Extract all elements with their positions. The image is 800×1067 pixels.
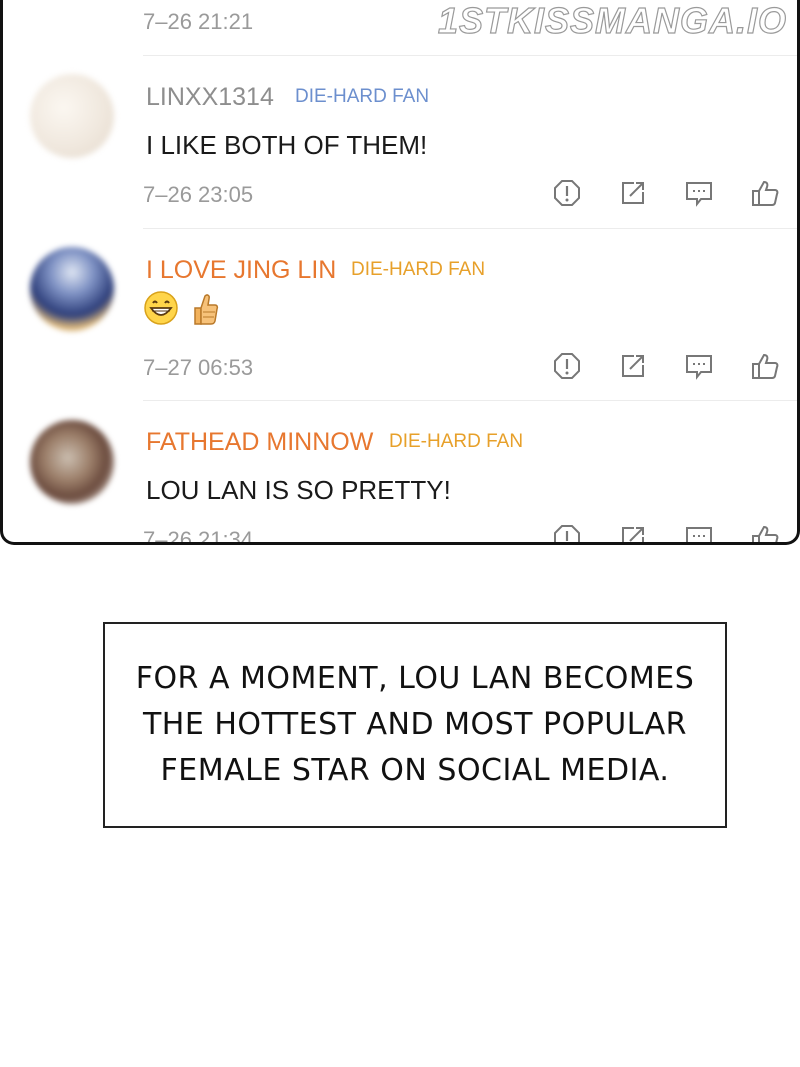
phone-screen: 1STKISSMANGA.IO 7–26 21:21 LINXX1314 DIE… xyxy=(0,0,800,545)
fan-badge: DIE-HARD FAN xyxy=(389,431,524,452)
comment-timestamp: 7–26 21:21 xyxy=(143,9,254,34)
report-icon[interactable] xyxy=(552,523,582,542)
fan-badge: DIE-HARD FAN xyxy=(295,86,430,107)
comment-actions xyxy=(552,178,792,212)
caption-line: FOR A MOMENT, LOU LAN BECOMES xyxy=(135,661,695,696)
like-icon[interactable] xyxy=(750,178,780,208)
comment-timestamp: 7–27 06:53 xyxy=(143,355,254,380)
share-icon[interactable] xyxy=(618,351,648,381)
comment-username[interactable]: FATHEAD MINNOW xyxy=(146,428,373,457)
share-icon[interactable] xyxy=(618,523,648,542)
avatar[interactable] xyxy=(30,247,114,331)
report-icon[interactable] xyxy=(552,178,582,208)
comment-timestamp: 7–26 21:34 xyxy=(143,527,254,545)
comment-text: LOU LAN IS SO PRETTY! xyxy=(146,475,451,505)
thumbs-up-icon xyxy=(189,290,221,333)
caption-text: FOR A MOMENT, LOU LAN BECOMES THE HOTTES… xyxy=(136,656,695,794)
caption-line: FEMALE STAR ON SOCIAL MEDIA. xyxy=(160,753,670,788)
comment-actions xyxy=(552,523,792,542)
comment-icon[interactable] xyxy=(684,523,714,542)
divider xyxy=(143,228,797,229)
divider xyxy=(143,400,797,401)
caption-line: THE HOTTEST AND MOST POPULAR xyxy=(142,707,688,742)
fan-badge: DIE-HARD FAN xyxy=(351,259,486,280)
like-icon[interactable] xyxy=(750,351,780,381)
comment-text: I LIKE BOTH OF THEM! xyxy=(146,130,428,160)
share-icon[interactable] xyxy=(618,178,648,208)
comment-username[interactable]: LINXX1314 xyxy=(146,83,274,112)
divider xyxy=(143,55,797,56)
like-icon[interactable] xyxy=(750,523,780,542)
avatar[interactable] xyxy=(30,420,114,504)
grinning-face-icon xyxy=(143,290,179,331)
comment-icon[interactable] xyxy=(684,351,714,381)
report-icon[interactable] xyxy=(552,351,582,381)
avatar[interactable] xyxy=(30,74,114,158)
comment-username[interactable]: I LOVE JING LIN xyxy=(146,256,336,285)
narration-caption: FOR A MOMENT, LOU LAN BECOMES THE HOTTES… xyxy=(103,622,727,828)
watermark: 1STKISSMANGA.IO xyxy=(437,0,787,42)
comment-icon[interactable] xyxy=(684,178,714,208)
comment-timestamp: 7–26 23:05 xyxy=(143,182,254,207)
comment-actions xyxy=(552,351,792,385)
